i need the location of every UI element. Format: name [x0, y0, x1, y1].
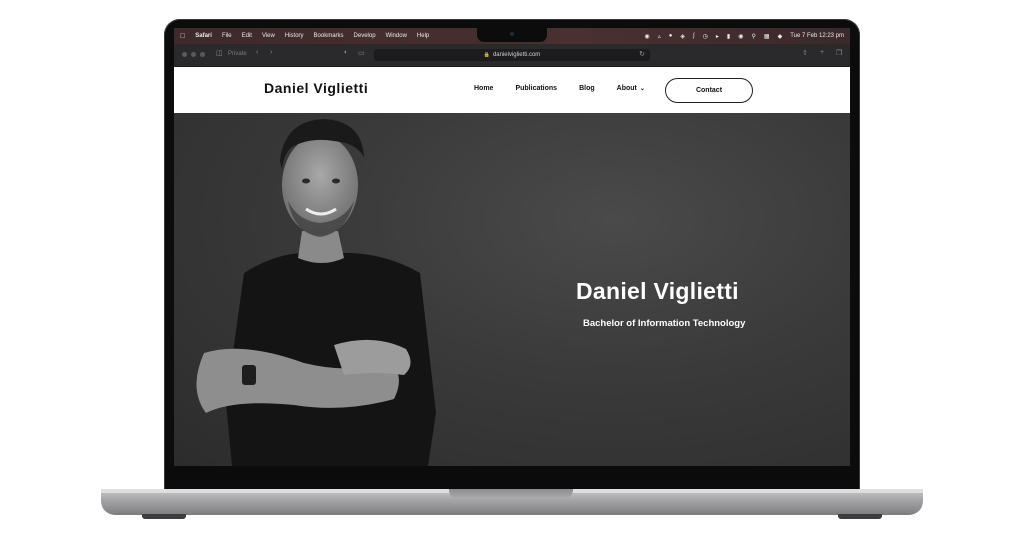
nav-publications[interactable]: Publications	[515, 85, 557, 92]
back-icon[interactable]: ‹	[256, 49, 258, 56]
menu-bookmarks[interactable]: Bookmarks	[314, 33, 344, 39]
lock-icon: 🔒	[483, 52, 490, 58]
wifi-icon[interactable]: ◉	[738, 33, 743, 40]
nav-about-label: About	[616, 85, 637, 92]
control-center-icon[interactable]: ▦	[764, 33, 770, 40]
share-icon[interactable]: ⇧	[802, 49, 808, 57]
forward-icon[interactable]: ›	[270, 49, 272, 56]
apple-logo-icon[interactable]: 	[180, 33, 185, 40]
menu-edit[interactable]: Edit	[242, 33, 252, 39]
close-window-button[interactable]	[182, 52, 187, 57]
left-eye	[302, 178, 310, 184]
address-bar[interactable]: 🔒 danielviglietti.com ↻	[374, 49, 650, 61]
menu-history[interactable]: History	[285, 33, 304, 39]
laptop-mockup:  Safari File Edit View History Bookmark…	[0, 0, 1024, 542]
website: Daniel Viglietti Home Publications Blog …	[174, 67, 850, 466]
battery-icon[interactable]: ▮	[727, 33, 730, 40]
site-navbar: Daniel Viglietti Home Publications Blog …	[174, 67, 850, 113]
zoom-window-button[interactable]	[200, 52, 205, 57]
nav-links: Home Publications Blog About ⌄	[474, 85, 645, 92]
status-drive-icon[interactable]: ▵	[658, 33, 661, 40]
hero-subtitle: Bachelor of Information Technology	[583, 318, 746, 329]
time-machine-icon[interactable]: ◷	[703, 33, 708, 40]
wechat-icon[interactable]: ●	[669, 33, 673, 39]
laptop-foot-right	[838, 514, 882, 519]
camera-icon	[510, 32, 514, 36]
safari-toolbar: ◫ Private ‹ › ◐ ▭ 🔒 danielviglietti.com …	[174, 44, 850, 67]
laptop-screen:  Safari File Edit View History Bookmark…	[174, 28, 850, 466]
tab-overview-icon[interactable]: ▭	[358, 49, 365, 57]
right-eye	[332, 178, 340, 184]
new-tab-icon[interactable]: +	[820, 49, 824, 56]
face	[282, 135, 358, 235]
laptop-chin	[165, 466, 859, 490]
bluetooth-icon[interactable]: ∫	[693, 33, 695, 39]
menu-window[interactable]: Window	[386, 33, 407, 39]
status-app-icon[interactable]: ◉	[644, 33, 649, 40]
menu-help[interactable]: Help	[417, 33, 429, 39]
site-brand[interactable]: Daniel Viglietti	[264, 80, 368, 96]
reload-icon[interactable]: ↻	[639, 50, 645, 58]
laptop-foot-left	[142, 514, 186, 519]
nav-home[interactable]: Home	[474, 85, 493, 92]
tabs-icon[interactable]: ❐	[836, 49, 842, 57]
contact-button[interactable]: Contact	[665, 78, 753, 103]
laptop-opening-groove	[449, 489, 573, 498]
hero-section: Daniel Viglietti Bachelor of Information…	[174, 113, 850, 466]
portrait-photo	[196, 119, 436, 466]
sidebar-toggle-icon[interactable]: ◫	[216, 49, 223, 57]
menu-develop[interactable]: Develop	[354, 33, 376, 39]
nav-about[interactable]: About ⌄	[617, 85, 645, 92]
volume-icon[interactable]: ▸	[716, 33, 719, 40]
hero-title: Daniel Viglietti	[576, 278, 739, 304]
url-text: danielviglietti.com	[492, 52, 541, 58]
minimize-window-button[interactable]	[191, 52, 196, 57]
privacy-shield-icon[interactable]: ◐	[344, 49, 348, 56]
nav-blog[interactable]: Blog	[579, 85, 595, 92]
chevron-down-icon: ⌄	[639, 86, 645, 92]
search-icon[interactable]: ⚲	[751, 33, 755, 40]
camera-notch	[477, 28, 547, 42]
menu-clock[interactable]: Tue 7 Feb 12:23 pm	[790, 33, 844, 39]
smartwatch	[242, 365, 256, 385]
siri-icon[interactable]: ◆	[778, 33, 783, 40]
menu-view[interactable]: View	[262, 33, 275, 39]
menu-file[interactable]: File	[222, 33, 232, 39]
dropbox-icon[interactable]: ◈	[680, 33, 685, 40]
window-controls	[182, 52, 205, 57]
private-label: Private	[228, 51, 247, 57]
menu-app-name[interactable]: Safari	[195, 33, 212, 39]
